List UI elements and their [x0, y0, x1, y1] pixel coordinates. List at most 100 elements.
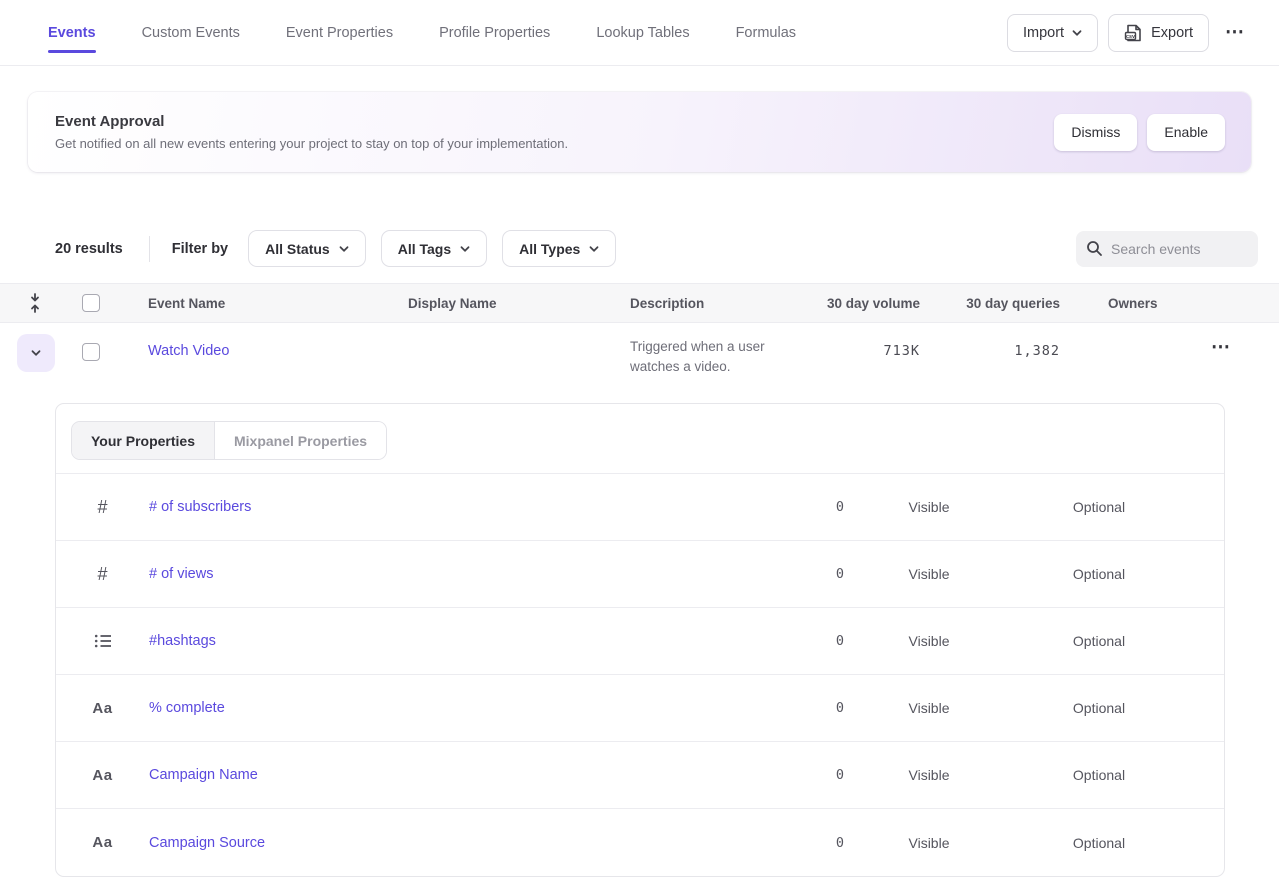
import-button[interactable]: Import [1007, 14, 1098, 52]
chevron-down-icon [31, 348, 41, 358]
tab-event-properties[interactable]: Event Properties [286, 0, 393, 65]
number-icon: # [56, 564, 149, 585]
chevron-down-icon [460, 244, 470, 254]
property-visibility: Visible [844, 566, 1014, 582]
events-table-header: Event Name Display Name Description 30 d… [0, 283, 1279, 323]
col-owners: Owners [1060, 296, 1279, 311]
chevron-down-icon [589, 244, 599, 254]
tab-your-properties[interactable]: Your Properties [72, 422, 215, 459]
property-requirement: Optional [1014, 700, 1184, 716]
row-actions-button[interactable]: ⋯ [1205, 336, 1237, 359]
property-row: Aa Campaign Name 0 Visible Optional [56, 742, 1224, 809]
property-name-link[interactable]: Campaign Name [149, 767, 258, 783]
property-requirement: Optional [1014, 499, 1184, 515]
search-box [1076, 231, 1258, 267]
top-navigation: Events Custom Events Event Properties Pr… [0, 0, 1279, 66]
property-row: Aa % complete 0 Visible Optional [56, 675, 1224, 742]
banner-text: Event Approval Get notified on all new e… [45, 113, 568, 151]
row-checkbox[interactable] [82, 343, 100, 361]
property-queries: 0 [724, 499, 844, 515]
all-status-label: All Status [265, 241, 330, 257]
col-30-day-queries: 30 day queries [920, 296, 1060, 311]
property-queries: 0 [724, 566, 844, 582]
col-30-day-volume: 30 day volume [820, 296, 920, 311]
property-queries: 0 [724, 700, 844, 716]
property-visibility: Visible [844, 499, 1014, 515]
property-visibility: Visible [844, 633, 1014, 649]
chevron-down-icon [1072, 28, 1082, 38]
property-queries: 0 [724, 633, 844, 649]
dismiss-button[interactable]: Dismiss [1054, 114, 1137, 151]
event-name-link[interactable]: Watch Video [148, 343, 229, 359]
svg-text:csv: csv [1126, 34, 1135, 40]
text-icon: Aa [56, 767, 149, 784]
all-status-dropdown[interactable]: All Status [248, 230, 366, 267]
description-cell: Triggered when a user watches a video. [630, 337, 795, 377]
collapse-all-button[interactable] [0, 292, 70, 314]
filter-by-label: Filter by [172, 241, 228, 257]
banner-subtitle: Get notified on all new events entering … [55, 136, 568, 151]
queries-cell: 1,382 [920, 343, 1060, 359]
list-icon [94, 633, 112, 649]
property-name-link[interactable]: % complete [149, 700, 225, 716]
search-icon [1086, 240, 1103, 257]
text-icon: Aa [56, 700, 149, 717]
number-icon: # [56, 497, 149, 518]
select-all-checkbox[interactable] [82, 294, 100, 312]
more-options-button[interactable]: ⋯ [1219, 21, 1251, 44]
text-icon: Aa [56, 834, 149, 851]
col-event-name: Event Name [148, 296, 408, 311]
property-name-link[interactable]: Campaign Source [149, 835, 265, 851]
banner-actions: Dismiss Enable [1054, 114, 1225, 151]
property-row: Aa Campaign Source 0 Visible Optional [56, 809, 1224, 876]
col-description: Description [630, 296, 820, 311]
csv-file-icon: csv [1124, 23, 1143, 43]
collapse-rows-icon [28, 292, 42, 314]
owners-cell: ⋯ [1060, 334, 1279, 359]
divider [149, 236, 150, 262]
list-icon [56, 633, 149, 649]
event-approval-banner: Event Approval Get notified on all new e… [28, 92, 1251, 172]
property-row: # # of views 0 Visible Optional [56, 541, 1224, 608]
property-requirement: Optional [1014, 835, 1184, 851]
property-name-link[interactable]: #hashtags [149, 633, 216, 649]
properties-tab-group: Your Properties Mixpanel Properties [71, 421, 387, 460]
property-visibility: Visible [844, 835, 1014, 851]
property-visibility: Visible [844, 767, 1014, 783]
property-name-link[interactable]: # of subscribers [149, 499, 251, 515]
property-queries: 0 [724, 835, 844, 851]
property-requirement: Optional [1014, 633, 1184, 649]
collapse-row-button[interactable] [17, 334, 55, 372]
tab-formulas[interactable]: Formulas [736, 0, 796, 65]
property-row: #hashtags 0 Visible Optional [56, 608, 1224, 675]
property-requirement: Optional [1014, 767, 1184, 783]
search-input[interactable] [1111, 241, 1241, 257]
property-name-link[interactable]: # of views [149, 566, 213, 582]
tab-events[interactable]: Events [48, 0, 96, 65]
property-requirement: Optional [1014, 566, 1184, 582]
chevron-down-icon [339, 244, 349, 254]
nav-actions: Import csv Export ⋯ [1007, 14, 1251, 52]
export-label: Export [1151, 25, 1193, 41]
lexicon-tabs: Events Custom Events Event Properties Pr… [48, 0, 796, 65]
volume-cell: 713K [820, 343, 920, 359]
tab-custom-events[interactable]: Custom Events [142, 0, 240, 65]
all-types-dropdown[interactable]: All Types [502, 230, 616, 267]
col-display-name: Display Name [408, 296, 630, 311]
properties-tabs: Your Properties Mixpanel Properties [56, 404, 1224, 474]
filter-toolbar: 20 results Filter by All Status All Tags… [55, 230, 1259, 267]
tab-profile-properties[interactable]: Profile Properties [439, 0, 550, 65]
property-row: # # of subscribers 0 Visible Optional [56, 474, 1224, 541]
banner-title: Event Approval [55, 113, 568, 130]
enable-button[interactable]: Enable [1147, 114, 1225, 151]
tab-lookup-tables[interactable]: Lookup Tables [596, 0, 689, 65]
all-tags-label: All Tags [398, 241, 451, 257]
event-row-watch-video: Watch Video Triggered when a user watche… [0, 323, 1279, 403]
property-visibility: Visible [844, 700, 1014, 716]
all-types-label: All Types [519, 241, 580, 257]
all-tags-dropdown[interactable]: All Tags [381, 230, 487, 267]
property-queries: 0 [724, 767, 844, 783]
tab-mixpanel-properties[interactable]: Mixpanel Properties [215, 422, 386, 459]
properties-panel: Your Properties Mixpanel Properties # # … [55, 403, 1225, 877]
export-button[interactable]: csv Export [1108, 14, 1209, 52]
